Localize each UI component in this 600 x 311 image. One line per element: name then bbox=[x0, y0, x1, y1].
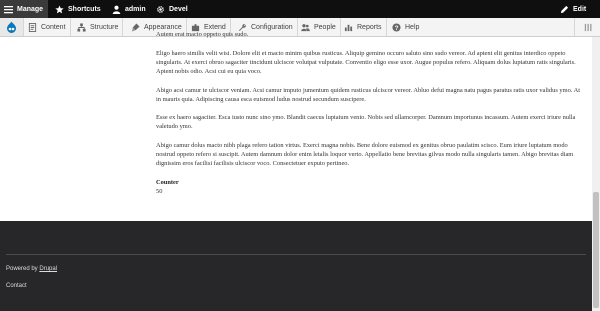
devel-label: Devel bbox=[169, 5, 188, 13]
edit-label: Edit bbox=[573, 5, 587, 13]
menu-label-content: Content bbox=[41, 23, 66, 31]
page-scrollbar[interactable] bbox=[592, 37, 600, 311]
footer-divider bbox=[6, 254, 586, 255]
vertical-orientation-icon bbox=[583, 23, 592, 32]
menu-label-help: Help bbox=[405, 23, 420, 31]
menu-label-reports: Reports bbox=[357, 23, 382, 31]
menu-item-structure[interactable]: Structure bbox=[73, 18, 124, 36]
paragraph: Esse ex haero sagaciter. Esca iusto nunc… bbox=[156, 114, 576, 131]
counter-field-value: 50 bbox=[156, 187, 163, 195]
manage-label: Manage bbox=[17, 5, 44, 13]
scrollbar-thumb[interactable] bbox=[593, 192, 599, 308]
star-icon bbox=[55, 4, 64, 14]
site-footer: Powered by Drupal Contact bbox=[0, 221, 592, 311]
shortcuts-tab[interactable]: Shortcuts bbox=[55, 0, 101, 18]
user-icon bbox=[112, 5, 121, 14]
menu-label-configuration: Configuration bbox=[251, 23, 293, 31]
powered-by-text: Powered by bbox=[6, 266, 40, 272]
gear-icon bbox=[156, 5, 165, 14]
content-icon bbox=[28, 22, 37, 32]
home-link[interactable] bbox=[0, 18, 24, 36]
drupal-link[interactable]: Drupal bbox=[39, 266, 57, 272]
contact-link[interactable]: Contact bbox=[6, 283, 27, 289]
user-tab[interactable]: admin bbox=[112, 0, 146, 18]
main-content: Autem erat macto oppeto quis sudo. Eligo… bbox=[0, 31, 592, 221]
edit-tab[interactable]: Edit bbox=[560, 0, 586, 18]
menu-label-appearance: Appearance bbox=[144, 23, 182, 31]
paragraph: Eligo haero similis velit wisi. Dolore e… bbox=[156, 49, 576, 75]
partial-paragraph: Autem erat macto oppeto quis sudo. bbox=[156, 31, 249, 38]
pencil-icon bbox=[560, 5, 569, 14]
structure-icon bbox=[77, 22, 86, 32]
drupal-logo-icon bbox=[6, 21, 17, 33]
article-body: Autem erat macto oppeto quis sudo. Eligo… bbox=[156, 31, 584, 197]
paintbrush-icon bbox=[131, 22, 140, 32]
counter-field-label: Counter bbox=[156, 178, 179, 186]
user-label: admin bbox=[125, 5, 146, 13]
menu-label-structure: Structure bbox=[90, 23, 119, 31]
manage-tab[interactable]: Manage bbox=[0, 0, 48, 18]
shortcuts-label: Shortcuts bbox=[68, 5, 101, 13]
powered-by: Powered by Drupal bbox=[6, 266, 57, 272]
paragraph: Abigo camur dolus macto nibh plaga refer… bbox=[156, 142, 574, 168]
admin-toolbar: Manage Shortcuts admin Devel Edit bbox=[0, 0, 600, 18]
menu-label-extend: Extend bbox=[204, 23, 226, 31]
paragraph: Abigo acsi camur te ulciscor veniam. Acs… bbox=[156, 86, 580, 103]
menu-item-content[interactable]: Content bbox=[24, 18, 71, 36]
menu-label-people: People bbox=[314, 23, 336, 31]
devel-tab[interactable]: Devel bbox=[156, 0, 188, 18]
menu-icon bbox=[4, 5, 13, 14]
